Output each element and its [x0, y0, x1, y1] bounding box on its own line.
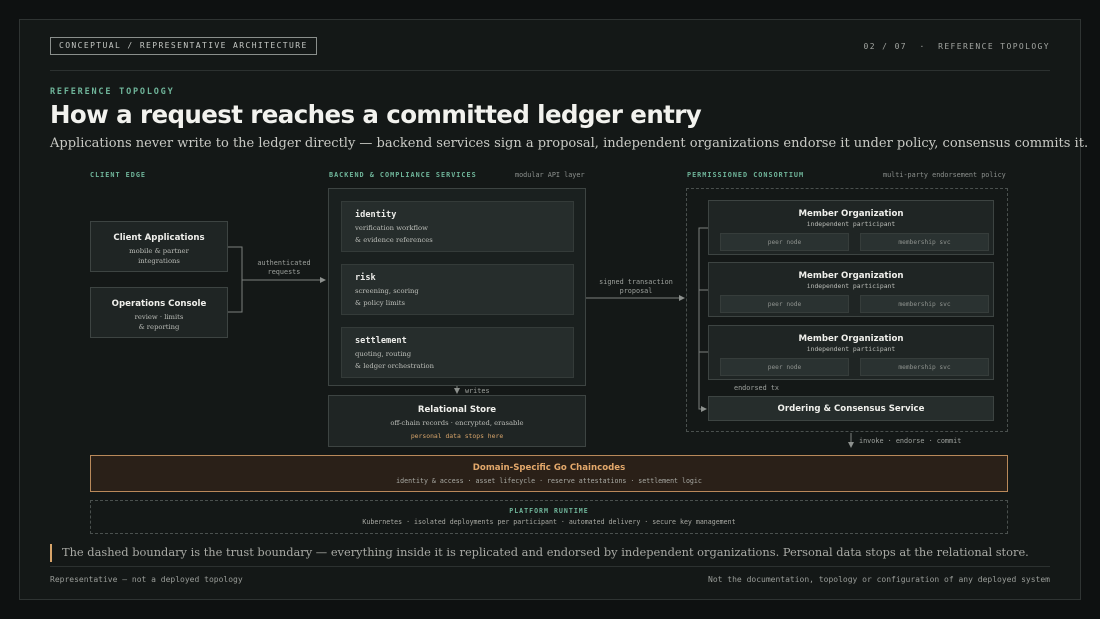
risk-service-line-1: screening, scoring — [355, 287, 419, 295]
member-organization-sub: independent participant — [806, 220, 896, 228]
member-organization-title: Member Organization — [798, 271, 904, 281]
identity-service[interactable]: identity verification workflow & evidenc… — [341, 201, 574, 252]
membership-svc-pill: membership svc — [860, 295, 989, 313]
identity-service-line-1: verification workflow — [355, 224, 428, 232]
page-indicator: 02 / 07 · REFERENCE TOPOLOGY — [863, 42, 1050, 51]
relational-store-box[interactable]: Relational Store off-chain records · enc… — [328, 395, 586, 447]
chaincodes-box[interactable]: Domain-Specific Go Chaincodes identity &… — [90, 455, 1008, 492]
backend-note: modular API layer — [515, 171, 585, 179]
settlement-service[interactable]: settlement quoting, routing & ledger orc… — [341, 327, 574, 378]
ordering-consensus-service[interactable]: Ordering & Consensus Service — [708, 396, 994, 421]
footer-right: Not the documentation, topology or confi… — [708, 575, 1050, 584]
personal-data-note: personal data stops here — [410, 432, 504, 440]
ordering-consensus-title: Ordering & Consensus Service — [777, 404, 925, 414]
settlement-service-title: settlement — [355, 336, 407, 346]
risk-service[interactable]: risk screening, scoring & policy limits — [341, 264, 574, 315]
footer-left: Representative — not a deployed topology — [50, 575, 243, 584]
operations-console-box[interactable]: Operations Console review · limits & rep… — [90, 287, 228, 338]
relational-store-title: Relational Store — [417, 405, 497, 415]
header-divider — [50, 70, 1050, 71]
peer-node-pill: peer node — [720, 358, 849, 376]
platform-runtime-box: PLATFORM RUNTIME Kubernetes · isolated d… — [90, 500, 1008, 534]
backend-services-panel: identity verification workflow & evidenc… — [328, 188, 586, 386]
signed-proposal-label: signed transaction proposal — [590, 278, 682, 296]
relational-store-sub: off-chain records · encrypted, erasable — [390, 419, 524, 427]
identity-service-title: identity — [355, 210, 397, 220]
client-edge-heading: CLIENT EDGE — [90, 171, 147, 179]
authenticated-requests-label: authenticated requests — [243, 259, 325, 277]
eyebrow: REFERENCE TOPOLOGY — [50, 87, 175, 97]
identity-service-line-2: & evidence references — [355, 236, 433, 244]
member-organization-sub: independent participant — [806, 345, 896, 353]
endorsed-tx-label: endorsed tx — [734, 384, 780, 392]
platform-runtime-sub: Kubernetes · isolated deployments per pa… — [362, 518, 736, 526]
peer-node-pill: peer node — [720, 295, 849, 313]
proposal-label-line-2: proposal — [619, 287, 653, 295]
architecture-tag: CONCEPTUAL / REPRESENTATIVE ARCHITECTURE — [50, 37, 317, 55]
proposal-label-line-1: signed transaction — [599, 278, 673, 286]
member-organization-title: Member Organization — [798, 209, 904, 219]
client-applications-box[interactable]: Client Applications mobile & partner int… — [90, 221, 228, 272]
footer-divider — [50, 566, 1050, 567]
page-subtitle: Applications never write to the ledger d… — [50, 136, 1089, 151]
edge-label-line-2: requests — [267, 268, 301, 276]
consortium-heading: PERMISSIONED CONSORTIUM — [687, 171, 805, 179]
client-applications-sub-2: integrations — [138, 257, 180, 265]
operations-console-title: Operations Console — [111, 299, 207, 309]
risk-service-line-2: & policy limits — [355, 299, 405, 307]
callout-accent-bar — [50, 544, 52, 562]
platform-runtime-heading: PLATFORM RUNTIME — [509, 507, 589, 515]
member-organization-1[interactable]: Member Organization independent particip… — [708, 200, 994, 255]
membership-svc-pill: membership svc — [860, 358, 989, 376]
operations-console-sub-1: review · limits — [134, 313, 184, 321]
member-organization-title: Member Organization — [798, 334, 904, 344]
member-organization-sub: independent participant — [806, 282, 896, 290]
edge-label-line-1: authenticated — [257, 259, 311, 267]
member-organization-3[interactable]: Member Organization independent particip… — [708, 325, 994, 380]
settlement-service-line-1: quoting, routing — [355, 350, 412, 358]
member-organization-2[interactable]: Member Organization independent particip… — [708, 262, 994, 317]
membership-svc-pill: membership svc — [860, 233, 989, 251]
risk-service-title: risk — [355, 273, 376, 283]
chaincodes-sub: identity & access · asset lifecycle · re… — [396, 477, 702, 485]
page-title: How a request reaches a committed ledger… — [50, 100, 702, 129]
operations-console-sub-2: & reporting — [138, 323, 180, 331]
client-applications-title: Client Applications — [113, 233, 205, 243]
peer-node-pill: peer node — [720, 233, 849, 251]
settlement-service-line-2: & ledger orchestration — [355, 362, 434, 370]
trust-boundary-callout: The dashed boundary is the trust boundar… — [62, 545, 1029, 559]
backend-heading: BACKEND & COMPLIANCE SERVICES — [329, 171, 477, 179]
client-applications-sub-1: mobile & partner — [129, 247, 189, 255]
consortium-note: multi-party endorsement policy — [883, 171, 1006, 179]
chaincodes-title: Domain-Specific Go Chaincodes — [472, 463, 626, 473]
invoke-endorse-commit-label: invoke · endorse · commit — [859, 437, 962, 445]
